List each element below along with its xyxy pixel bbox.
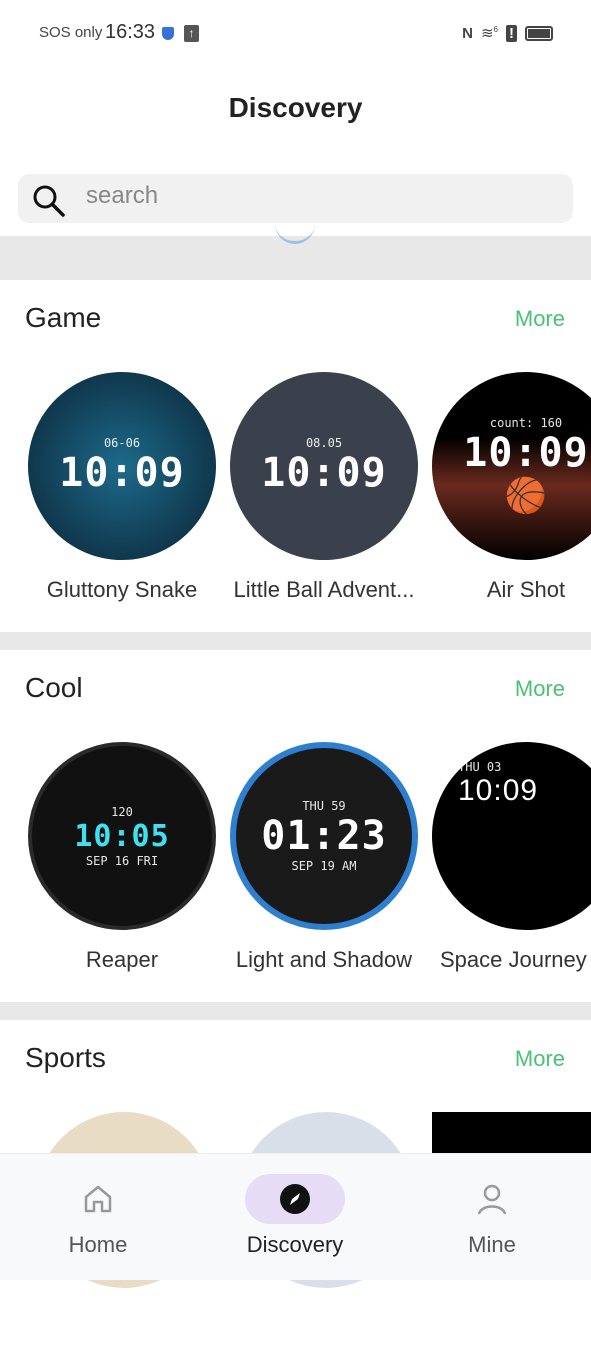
wifi-icon: ≋6 xyxy=(480,25,498,42)
watch-face-name[interactable]: Reaper xyxy=(22,947,222,973)
watch-face-thumbnail[interactable]: THU 03 10:09 xyxy=(432,742,591,930)
nav-home[interactable]: Home xyxy=(38,1174,158,1258)
battery-icon xyxy=(525,25,553,41)
search-bar[interactable] xyxy=(18,174,573,223)
watch-face-thumbnail[interactable]: 06-06 10:09 xyxy=(28,372,216,560)
clock: 16:33 xyxy=(105,21,156,43)
more-link[interactable]: More xyxy=(515,1046,565,1072)
section-title: Game xyxy=(25,302,102,333)
watch-face-thumbnail[interactable]: 08.05 10:09 xyxy=(230,372,418,560)
home-icon xyxy=(84,1185,112,1213)
upload-icon: ↑ xyxy=(184,25,199,42)
watch-face-name[interactable]: Gluttony Snake xyxy=(22,577,222,603)
alert-icon: ! xyxy=(506,24,517,42)
divider xyxy=(0,632,591,650)
watch-face-thumbnail[interactable]: THU 59 01:23 SEP 19 AM xyxy=(230,742,418,930)
section-cool: Cool More 120 10:05 SEP 16 FRI Reaper THU … xyxy=(0,650,591,1002)
more-link[interactable]: More xyxy=(515,306,565,332)
page-title: Discovery xyxy=(228,92,363,123)
watch-face-name[interactable]: Little Ball Advent... xyxy=(224,577,424,603)
section-title: Cool xyxy=(25,672,83,703)
status-bar: SOS only 16:33 ↑ N ≋6 ! xyxy=(0,0,591,64)
watch-face-name[interactable]: Space Journey xyxy=(440,947,591,973)
carrier-text: SOS only xyxy=(39,24,103,41)
section-game: Game More 06-06 10:09 Gluttony Snake 08.0… xyxy=(0,280,591,632)
person-icon xyxy=(477,1184,507,1215)
divider xyxy=(0,1002,591,1020)
bottom-nav: Home Discovery Mine xyxy=(0,1153,591,1280)
shield-icon xyxy=(162,27,174,40)
nav-discovery[interactable]: Discovery xyxy=(235,1174,355,1258)
compass-icon xyxy=(280,1184,310,1214)
search-icon xyxy=(33,185,65,217)
watch-face-thumbnail[interactable]: 120 10:05 SEP 16 FRI xyxy=(28,742,216,930)
nfc-icon: N xyxy=(462,24,473,42)
watch-face-name[interactable]: Air Shot xyxy=(426,577,591,603)
section-title: Sports xyxy=(25,1042,106,1073)
search-input[interactable] xyxy=(86,182,526,210)
more-link[interactable]: More xyxy=(515,676,565,702)
watch-face-name[interactable]: Light and Shadow xyxy=(224,947,424,973)
watch-face-thumbnail[interactable]: count: 160 10:09 🏀 xyxy=(432,372,591,560)
nav-mine[interactable]: Mine xyxy=(432,1174,552,1258)
